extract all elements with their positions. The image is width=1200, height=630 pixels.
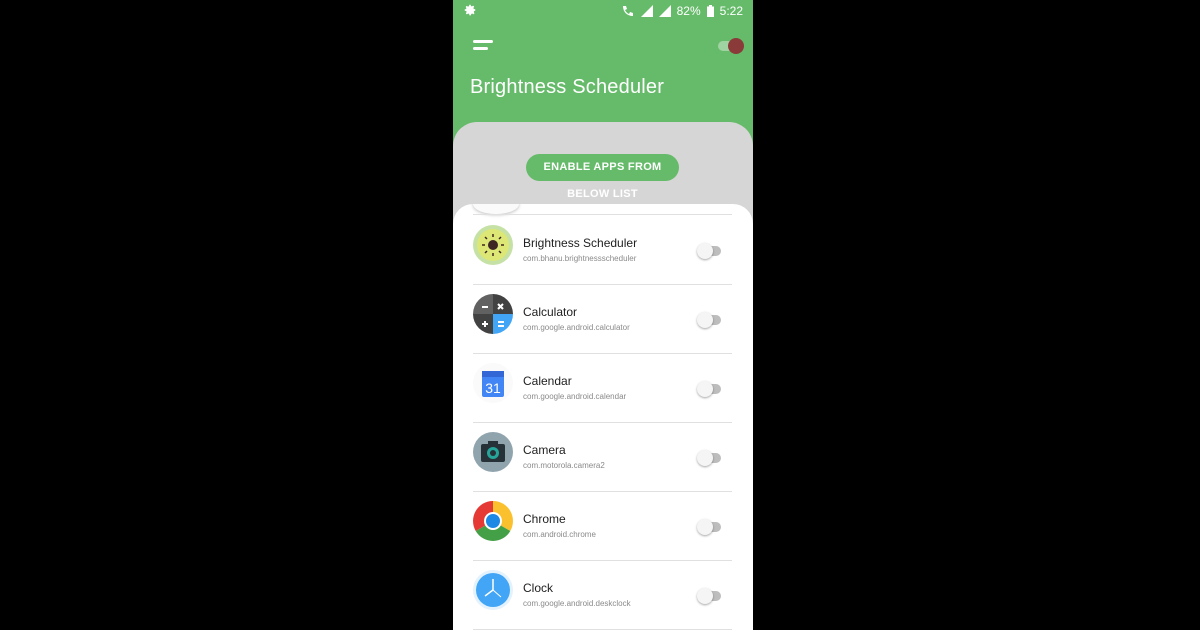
battery-icon — [706, 5, 714, 17]
list-item[interactable]: Chrome com.android.chrome — [453, 491, 753, 560]
app-toggle[interactable] — [697, 450, 723, 466]
clock-icon — [473, 570, 513, 610]
list-item[interactable]: Brightness Scheduler com.bhanu.brightnes… — [453, 215, 753, 284]
app-package: com.google.android.calculator — [523, 323, 630, 332]
app-name: Calendar — [523, 374, 572, 388]
app-package: com.motorola.camera2 — [523, 461, 605, 470]
app-name: Calculator — [523, 305, 578, 319]
camera-icon — [473, 432, 513, 472]
app-list: Brightness Scheduler com.bhanu.brightnes… — [453, 204, 753, 630]
app-toggle[interactable] — [697, 519, 723, 535]
calculator-icon — [473, 294, 513, 334]
list-item[interactable]: Camera com.motorola.camera2 — [453, 422, 753, 491]
app-toggle[interactable] — [697, 312, 723, 328]
app-package: com.android.chrome — [523, 530, 596, 539]
clock-time: 5:22 — [719, 4, 743, 18]
svg-text:31: 31 — [485, 380, 501, 396]
partial-app-icon — [473, 204, 519, 214]
lte-call-icon — [622, 6, 633, 16]
app-toggle[interactable] — [697, 381, 723, 397]
list-item[interactable]: 31 Calendar com.google.android.calendar — [453, 353, 753, 422]
master-toggle[interactable] — [718, 38, 744, 54]
app-name: Camera — [523, 443, 566, 457]
chrome-icon — [473, 501, 513, 541]
battery-percent: 82% — [676, 4, 701, 18]
brightness-scheduler-icon — [473, 225, 513, 265]
app-name: Brightness Scheduler — [523, 236, 638, 250]
signal-icon — [640, 5, 653, 17]
app-toggle[interactable] — [697, 588, 723, 604]
menu-icon[interactable] — [473, 40, 493, 54]
calendar-icon: 31 — [473, 363, 513, 403]
settings-gear-icon — [464, 4, 476, 16]
list-item[interactable]: Clock com.google.android.deskclock — [453, 560, 753, 629]
app-package: com.google.android.deskclock — [523, 599, 631, 608]
enable-apps-button[interactable]: ENABLE APPS FROM BELOW LIST — [526, 154, 679, 200]
app-package: com.google.android.calendar — [523, 392, 627, 401]
app-name: Chrome — [523, 512, 566, 526]
app-toggle[interactable] — [697, 243, 723, 259]
status-bar: 82% 5:22 — [453, 0, 753, 24]
app-name: Clock — [523, 581, 554, 595]
app-package: com.bhanu.brightnessscheduler — [523, 254, 637, 263]
signal-icon — [658, 5, 671, 17]
list-item[interactable]: Calculator com.google.android.calculator — [453, 284, 753, 353]
phone-screen: 82% 5:22 Brightness Scheduler ENABLE APP… — [453, 0, 753, 630]
page-title: Brightness Scheduler — [470, 76, 665, 98]
